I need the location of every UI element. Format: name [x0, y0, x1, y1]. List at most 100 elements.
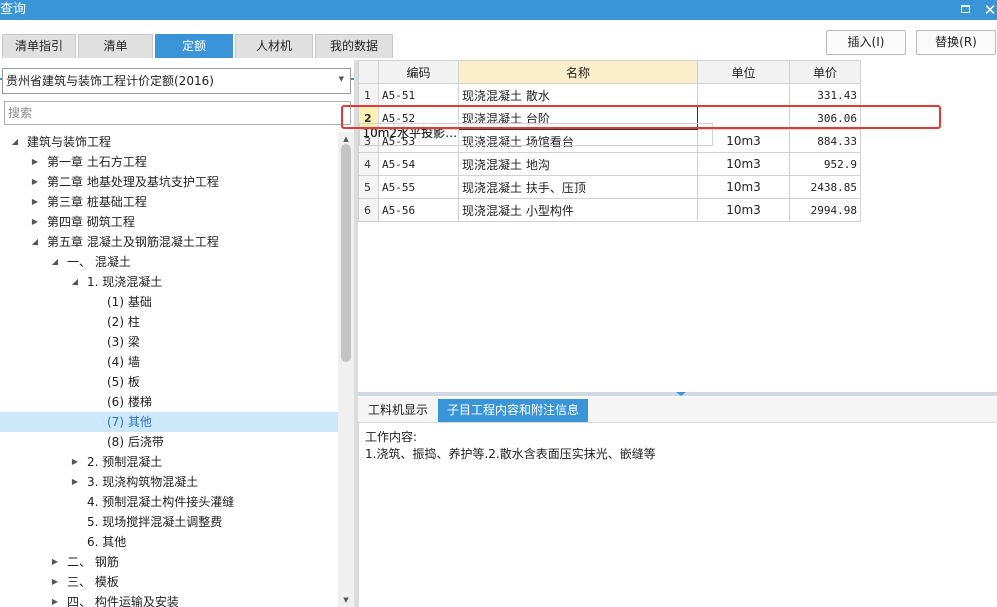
tree-node[interactable]: (2) 柱	[0, 312, 338, 332]
table-row[interactable]: 4 A5-54 现浇混凝土 地沟 10m3 952.9	[358, 152, 861, 176]
tree-node[interactable]: 5. 现场搅拌混凝土调整费	[0, 512, 338, 532]
tree-node[interactable]: 4. 预制混凝土构件接头灌缝	[0, 492, 338, 512]
unit-cell[interactable]: 10m2水平投影…	[358, 122, 713, 146]
table-row[interactable]: 5 A5-55 现浇混凝土 扶手、压顶 10m3 2438.85	[358, 175, 861, 199]
tree-node[interactable]: ▶ 第四章 砌筑工程	[0, 212, 338, 232]
left-pane: 贵州省建筑与装饰工程计价定额(2016) ▼ ◢ 建筑与装饰工程 ▶ 第一章 土石方工…	[0, 62, 354, 607]
chapter-tree: ◢ 建筑与装饰工程 ▶ 第一章 土石方工程 ▶ 第二章 地基处理及基坑支护工程 ▶ 第三章 桩…	[0, 132, 338, 607]
name-cell[interactable]: 现浇混凝土 散水	[458, 83, 698, 107]
tree-node-label: 第三章 桩基础工程	[47, 195, 147, 209]
row-number-cell[interactable]: 6	[358, 198, 379, 222]
expand-arrow-icon[interactable]: ▶	[50, 592, 60, 607]
expand-arrow-icon[interactable]: ▶	[30, 152, 40, 172]
code-cell[interactable]: A5-54	[378, 152, 459, 176]
tree-node-label: 三、 模板	[67, 575, 119, 589]
close-button[interactable]: ✕	[981, 1, 997, 19]
unit-cell[interactable]: 10m3	[697, 152, 790, 176]
tree-node-label: 2. 预制混凝土	[87, 455, 163, 469]
tree-node[interactable]: ▶ 四、 构件运输及安装	[0, 592, 338, 607]
replace-button[interactable]: 替换(R)	[916, 30, 996, 55]
tree-node-label: 建筑与装饰工程	[27, 135, 112, 149]
tree-node[interactable]: (8) 后浇带	[0, 432, 338, 452]
tab-quota[interactable]: 定额	[155, 34, 233, 58]
tree-node[interactable]: ▶ 2. 预制混凝土	[0, 452, 338, 472]
tree-node[interactable]: ▶ 第三章 桩基础工程	[0, 192, 338, 212]
row-number-cell[interactable]: 5	[358, 175, 379, 199]
tree-node[interactable]: ◢ 1. 现浇混凝土	[0, 272, 338, 292]
tree-node-label: (2) 柱	[107, 315, 140, 329]
tree-node[interactable]: (3) 梁	[0, 332, 338, 352]
tab-bill-guide[interactable]: 清单指引	[2, 34, 76, 58]
tree-node-label: (4) 墙	[107, 355, 140, 369]
scroll-down-icon[interactable]: ▼	[338, 593, 354, 607]
table-row[interactable]: 2 A5-52 现浇混凝土 台阶 10m2水平投影… 306.06	[358, 106, 861, 146]
price-cell[interactable]: 2438.85	[789, 175, 861, 199]
table-row[interactable]: 6 A5-56 现浇混凝土 小型构件 10m3 2994.98	[358, 198, 861, 222]
name-cell[interactable]: 现浇混凝土 小型构件	[458, 198, 698, 222]
tree-node[interactable]: (1) 基础	[0, 292, 338, 312]
row-number-cell[interactable]: 4	[358, 152, 379, 176]
tree-node[interactable]: ▶ 三、 模板	[0, 572, 338, 592]
tree-node[interactable]: ▶ 第一章 土石方工程	[0, 152, 338, 172]
tree-node[interactable]: 6. 其他	[0, 532, 338, 552]
tree-node[interactable]: ▶ 第二章 地基处理及基坑支护工程	[0, 172, 338, 192]
table-row[interactable]: 1 A5-51 现浇混凝土 散水 10m2水平投影… 331.43	[358, 83, 861, 146]
price-cell[interactable]: 884.33	[789, 129, 861, 153]
unit-cell[interactable]: 10m3	[697, 175, 790, 199]
tree-node[interactable]: ▶ 二、 钢筋	[0, 552, 338, 572]
tree-node[interactable]: ◢ 建筑与装饰工程	[0, 132, 338, 152]
tree-node-label: 第二章 地基处理及基坑支护工程	[47, 175, 219, 189]
work-content-text: 1.浇筑、振捣、养护等.2.散水含表面压实抹光、嵌缝等	[365, 447, 656, 461]
tree-scrollbar[interactable]: ▲ ▼	[338, 132, 354, 607]
expand-arrow-icon[interactable]: ▶	[70, 472, 80, 492]
expand-arrow-icon[interactable]: ▶	[50, 572, 60, 592]
price-cell[interactable]: 2994.98	[789, 198, 861, 222]
code-cell[interactable]: A5-56	[378, 198, 459, 222]
insert-button[interactable]: 插入(I)	[826, 30, 906, 55]
tree-node[interactable]: ▶ 3. 现浇构筑物混凝土	[0, 472, 338, 492]
price-cell[interactable]: 331.43	[789, 83, 861, 107]
maximize-button[interactable]	[956, 1, 974, 19]
name-cell[interactable]: 现浇混凝土 扶手、压顶	[458, 175, 698, 199]
tree-node-label: 二、 钢筋	[67, 555, 119, 569]
price-cell[interactable]: 952.9	[789, 152, 861, 176]
quota-grid: 编码 名称 单位 单价 1 A5-51 现浇混凝土 散水 10m2水平投影… 331.4…	[358, 60, 861, 222]
code-cell[interactable]: A5-51	[378, 83, 459, 107]
expand-arrow-icon[interactable]: ▶	[30, 192, 40, 212]
collapse-arrow-icon[interactable]: ◢	[10, 132, 20, 152]
tree-node[interactable]: ◢ 一、 混凝土	[0, 252, 338, 272]
col-header-rownum	[358, 60, 379, 84]
tab-work-content-notes[interactable]: 子目工程内容和附注信息	[438, 399, 588, 422]
tree-node[interactable]: ◢ 第五章 混凝土及钢筋混凝土工程	[0, 232, 338, 252]
col-header-code[interactable]: 编码	[378, 60, 459, 84]
tree-node[interactable]: (6) 楼梯	[0, 392, 338, 412]
expand-arrow-icon[interactable]: ▶	[30, 172, 40, 192]
tree-node[interactable]: (4) 墙	[0, 352, 338, 372]
horizontal-splitter[interactable]	[358, 392, 997, 396]
col-header-name[interactable]: 名称	[458, 60, 698, 84]
collapse-arrow-icon[interactable]: ◢	[50, 252, 60, 272]
collapse-arrow-icon[interactable]: ◢	[70, 272, 80, 292]
col-header-price[interactable]: 单价	[789, 60, 861, 84]
collapse-arrow-icon[interactable]: ◢	[30, 232, 40, 252]
col-header-unit[interactable]: 单位	[697, 60, 790, 84]
tree-node[interactable]: (7) 其他	[0, 412, 338, 432]
price-cell[interactable]: 306.06	[789, 106, 861, 130]
tab-bill[interactable]: 清单	[78, 34, 153, 58]
tab-my-data[interactable]: 我的数据	[315, 34, 393, 58]
expand-arrow-icon[interactable]: ▶	[50, 552, 60, 572]
code-cell[interactable]: A5-55	[378, 175, 459, 199]
search-input[interactable]	[4, 101, 351, 125]
expand-arrow-icon[interactable]: ▶	[30, 212, 40, 232]
tab-labor-material[interactable]: 人材机	[235, 34, 313, 58]
unit-cell[interactable]: 10m3	[697, 198, 790, 222]
tree-node-label: (1) 基础	[107, 295, 152, 309]
row-number-cell[interactable]: 1	[358, 83, 379, 107]
quota-library-select[interactable]: 贵州省建筑与装饰工程计价定额(2016) ▼	[2, 68, 351, 94]
scrollbar-thumb[interactable]	[341, 144, 351, 362]
expand-arrow-icon[interactable]: ▶	[70, 452, 80, 472]
name-cell[interactable]: 现浇混凝土 地沟	[458, 152, 698, 176]
tree-node[interactable]: (5) 板	[0, 372, 338, 392]
grid-header-row: 编码 名称 单位 单价	[358, 60, 861, 84]
tab-labor-material-display[interactable]: 工料机显示	[362, 399, 434, 422]
